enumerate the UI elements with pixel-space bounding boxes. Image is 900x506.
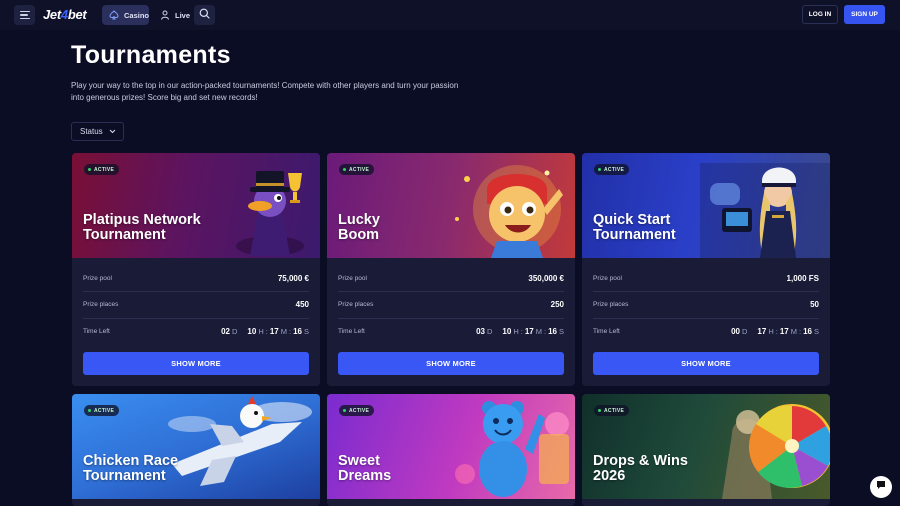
tab-casino[interactable]: Casino <box>102 5 149 25</box>
status-badge: ACTIVE <box>84 164 120 175</box>
time-left-row: Time Left 00 D 17 H:17 M:16 S <box>593 326 819 336</box>
hamburger-menu-button[interactable] <box>14 5 35 25</box>
chat-icon <box>875 478 887 496</box>
countdown-timer: 02 D 10 H:17 M:16 S <box>221 326 309 336</box>
tournament-banner[interactable]: ACTIVE Quick Start Tournament <box>582 153 830 258</box>
show-more-button[interactable]: SHOW MORE <box>593 352 819 375</box>
prize-pool-row: Prize pool 75,000 € <box>83 273 309 283</box>
page-title: Tournaments <box>71 41 231 69</box>
tournament-title: Chicken Race Tournament <box>83 453 179 484</box>
tab-live[interactable]: Live <box>153 5 193 25</box>
prize-pool-row: Prize pool 350,000 € <box>338 273 564 283</box>
tournament-banner[interactable]: ACTIVE Sweet Dreams <box>327 394 575 499</box>
countdown-timer: 03 D 10 H:17 M:16 S <box>476 326 564 336</box>
tournament-banner[interactable]: ACTIVE Lucky Boom <box>327 153 575 258</box>
tournament-title: Lucky Boom <box>338 212 380 243</box>
active-dot-icon <box>598 168 601 171</box>
time-left-row: Time Left 02 D 10 H:17 M:16 S <box>83 326 309 336</box>
tournament-title: Quick Start Tournament <box>593 212 676 243</box>
prize-places-row: Prize places 450 <box>83 299 309 309</box>
spade-icon <box>109 10 119 20</box>
status-badge: ACTIVE <box>339 405 375 416</box>
login-button[interactable]: LOG IN <box>802 5 838 24</box>
tournament-title: Drops & Wins 2026 <box>593 453 688 484</box>
show-more-button[interactable]: SHOW MORE <box>338 352 564 375</box>
search-button[interactable] <box>194 5 215 25</box>
prize-places-row: Prize places 50 <box>593 299 819 309</box>
chat-support-button[interactable] <box>870 476 892 498</box>
platypus-character-art <box>230 161 310 258</box>
time-left-row: Time Left 03 D 10 H:17 M:16 S <box>338 326 564 336</box>
prize-places-value: 50 <box>810 299 819 309</box>
chevron-down-icon <box>109 127 116 136</box>
countdown-timer: 00 D 17 H:17 M:16 S <box>731 326 819 336</box>
search-icon <box>199 6 210 24</box>
tournament-banner[interactable]: ACTIVE Drops & Wins 2026 <box>582 394 830 499</box>
tournament-title: Platipus Network Tournament <box>83 212 201 243</box>
prize-pool-value: 350,000 € <box>528 273 564 283</box>
active-dot-icon <box>88 168 91 171</box>
tournament-card: ACTIVE Chicken Race Tournament <box>72 394 320 506</box>
prize-pool-value: 1,000 FS <box>786 273 819 283</box>
status-badge: ACTIVE <box>594 164 630 175</box>
active-dot-icon <box>88 409 91 412</box>
lucky-boom-character-art <box>447 159 567 258</box>
status-badge: ACTIVE <box>339 164 375 175</box>
status-filter-dropdown[interactable]: Status <box>71 122 124 141</box>
active-dot-icon <box>343 168 346 171</box>
tournament-title: Sweet Dreams <box>338 453 392 484</box>
prize-pool-row: Prize pool 1,000 FS <box>593 273 819 283</box>
page-description: Play your way to the top in our action-p… <box>71 81 459 102</box>
site-logo[interactable]: Jet4bet <box>43 7 87 22</box>
status-badge: ACTIVE <box>84 405 120 416</box>
status-badge: ACTIVE <box>594 405 630 416</box>
tournament-banner[interactable]: ACTIVE Platipus Network Tournament <box>72 153 320 258</box>
tournament-card: ACTIVE Platipus Network Tournament Prize … <box>72 153 320 386</box>
prize-pool-value: 75,000 € <box>277 273 309 283</box>
prize-places-value: 450 <box>295 299 309 309</box>
top-navigation-bar: Jet4bet Casino Live LOG IN SIGN UP <box>0 0 900 30</box>
tournament-card: ACTIVE Sweet Dreams <box>327 394 575 506</box>
tournament-card: ACTIVE Drops & Wins 2026 <box>582 394 830 506</box>
signup-button[interactable]: SIGN UP <box>844 5 885 24</box>
show-more-button[interactable]: SHOW MORE <box>83 352 309 375</box>
active-dot-icon <box>598 409 601 412</box>
prize-places-value: 250 <box>550 299 564 309</box>
dealer-icon <box>160 10 170 20</box>
tournament-card: ACTIVE Lucky Boom Prize pool 350,000 € Pri… <box>327 153 575 386</box>
tournament-banner[interactable]: ACTIVE Chicken Race Tournament <box>72 394 320 499</box>
active-dot-icon <box>343 409 346 412</box>
tournament-card: ACTIVE Quick Start Tournament Prize pool 1… <box>582 153 830 386</box>
prize-places-row: Prize places 250 <box>338 299 564 309</box>
